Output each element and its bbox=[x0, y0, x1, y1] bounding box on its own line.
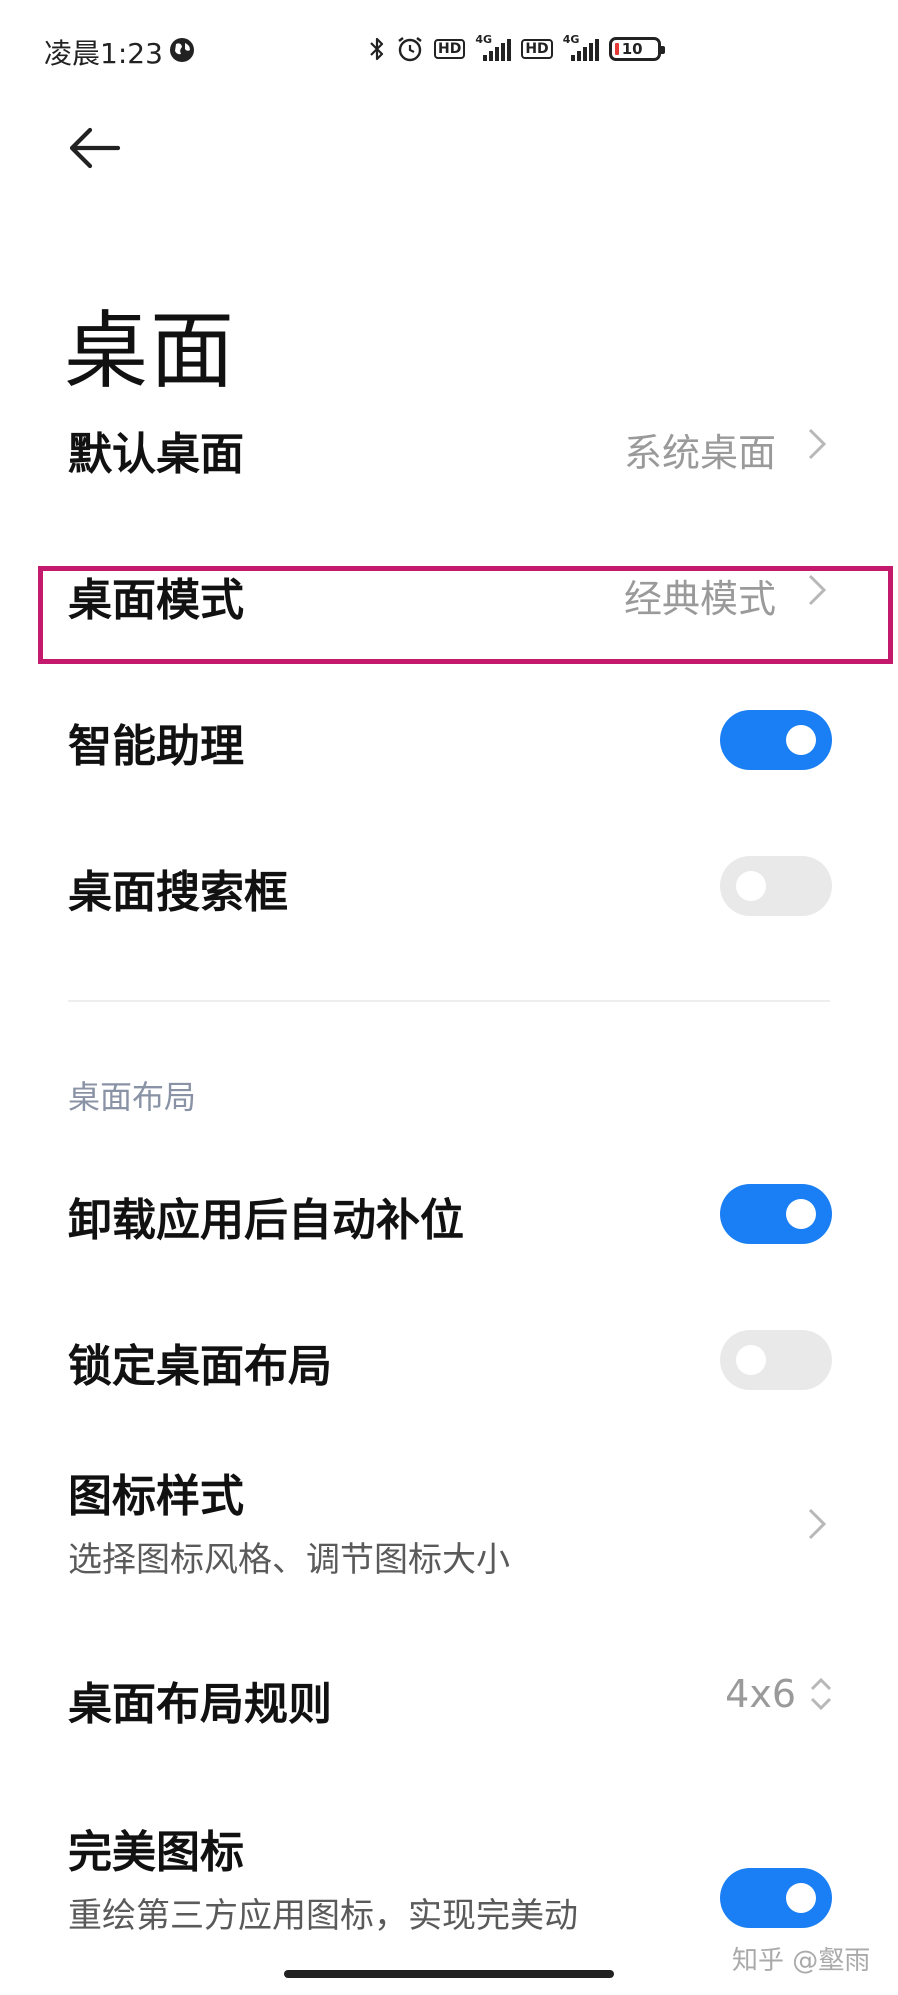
chevron-right-icon bbox=[808, 428, 827, 460]
perfect-icons-toggle[interactable] bbox=[720, 1868, 832, 1928]
battery-fill bbox=[614, 43, 619, 55]
default-desktop-label: 默认桌面 bbox=[68, 429, 244, 480]
layout-rule-value: 4x6 bbox=[725, 1672, 796, 1716]
default-desktop-value: 系统桌面 bbox=[623, 431, 776, 475]
desktop-search-box-row: 桌面搜索框 bbox=[0, 836, 898, 936]
globe-icon bbox=[170, 38, 194, 62]
status-time: 凌晨1:23 bbox=[44, 37, 163, 70]
lock-layout-row: 锁定桌面布局 bbox=[0, 1310, 898, 1410]
auto-fill-toggle[interactable] bbox=[720, 1184, 832, 1244]
signal-4g-icon: 4G bbox=[475, 33, 512, 63]
desktop-search-box-label: 桌面搜索框 bbox=[68, 867, 288, 918]
hd-icon: HD bbox=[434, 39, 466, 59]
toggle-knob bbox=[786, 1883, 816, 1913]
back-arrow-icon[interactable] bbox=[62, 116, 126, 180]
chevron-up-down-icon bbox=[810, 1677, 832, 1711]
status-bar: 凌晨1:23 HD 4G HD 4G 10 bbox=[0, 0, 898, 104]
smart-assistant-label: 智能助理 bbox=[68, 721, 244, 772]
page-title: 桌面 bbox=[64, 302, 237, 401]
default-desktop-row[interactable]: 默认桌面 系统桌面 bbox=[0, 398, 898, 498]
hd-icon: HD bbox=[521, 39, 553, 59]
perfect-icons-label: 完美图标 bbox=[68, 1827, 244, 1878]
desktop-search-box-toggle[interactable] bbox=[720, 856, 832, 916]
section-header-layout: 桌面布局 bbox=[68, 1078, 197, 1116]
toggle-knob bbox=[786, 725, 816, 755]
alarm-icon bbox=[398, 37, 422, 62]
bluetooth-icon bbox=[370, 37, 384, 61]
watermark: 知乎 @壑雨 bbox=[732, 1946, 871, 1976]
icon-style-row[interactable]: 图标样式 选择图标风格、调节图标大小 bbox=[0, 1460, 898, 1590]
auto-fill-label: 卸载应用后自动补位 bbox=[68, 1195, 464, 1246]
layout-rule-row[interactable]: 桌面布局规则 4x6 bbox=[0, 1648, 898, 1748]
highlight-box bbox=[38, 566, 893, 664]
status-icons: HD 4G HD 4G 10 bbox=[368, 33, 665, 64]
smart-assistant-row: 智能助理 bbox=[0, 690, 898, 790]
smart-assistant-toggle[interactable] bbox=[720, 710, 832, 770]
lock-layout-label: 锁定桌面布局 bbox=[68, 1341, 332, 1392]
toggle-knob bbox=[786, 1199, 816, 1229]
battery-icon: 10 bbox=[608, 37, 665, 61]
home-indicator[interactable] bbox=[284, 1970, 614, 1978]
toggle-knob bbox=[736, 871, 766, 901]
section-divider bbox=[68, 1000, 830, 1002]
battery-level: 10 bbox=[621, 40, 643, 58]
chevron-right-icon bbox=[808, 1508, 827, 1540]
auto-fill-row: 卸载应用后自动补位 bbox=[0, 1164, 898, 1264]
icon-style-subtitle: 选择图标风格、调节图标大小 bbox=[68, 1540, 510, 1580]
layout-rule-label: 桌面布局规则 bbox=[68, 1679, 332, 1730]
perfect-icons-subtitle: 重绘第三方应用图标，实现完美动 bbox=[68, 1896, 578, 1936]
toggle-knob bbox=[736, 1345, 766, 1375]
signal-4g-icon: 4G bbox=[563, 33, 599, 63]
icon-style-label: 图标样式 bbox=[68, 1471, 244, 1522]
lock-layout-toggle[interactable] bbox=[720, 1330, 832, 1390]
